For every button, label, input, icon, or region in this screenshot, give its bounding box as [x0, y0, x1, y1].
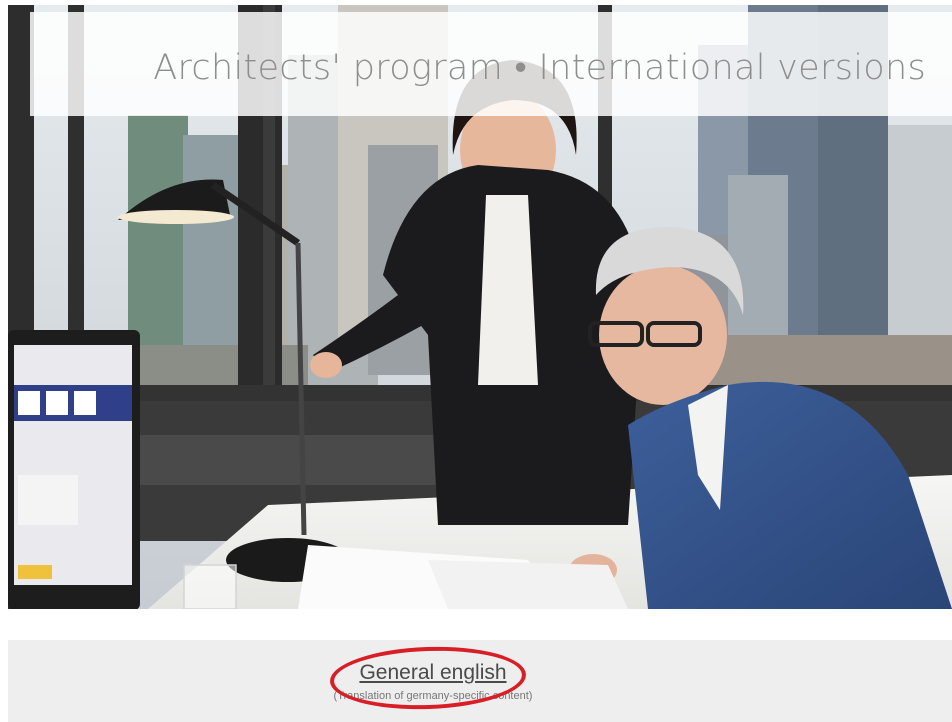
page-title: Architects' program • International vers… — [153, 48, 926, 88]
general-english-link[interactable]: General english — [348, 661, 518, 685]
hero-image: Architects' program • International vers… — [8, 5, 952, 609]
translation-note: (Translation of germany-specific content… — [333, 690, 533, 702]
language-panel: General english (Translation of germany-… — [8, 640, 952, 722]
title-banner: Architects' program • International vers… — [30, 12, 952, 116]
